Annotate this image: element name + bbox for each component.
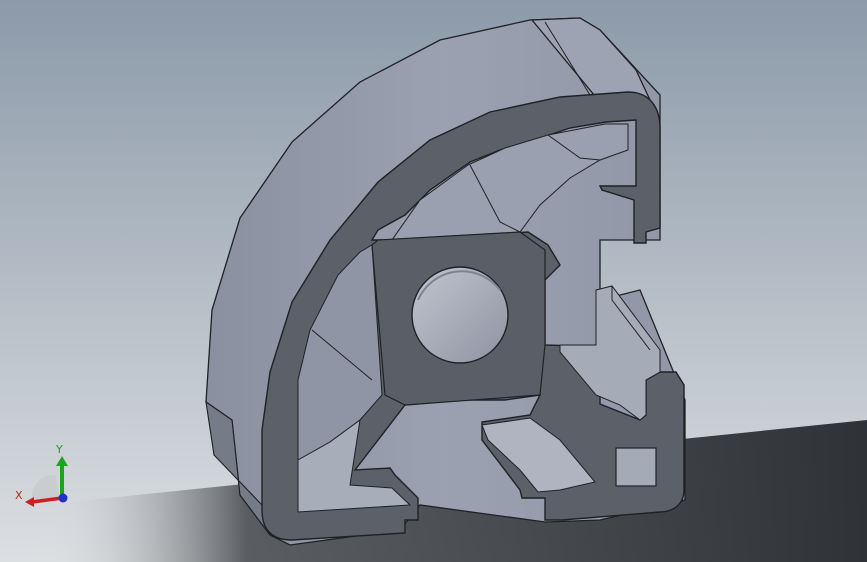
model-scene[interactable] xyxy=(0,0,867,562)
x-axis-label: X xyxy=(15,489,23,502)
z-axis-point xyxy=(58,493,68,503)
reference-triad[interactable]: X Y xyxy=(10,440,80,510)
graphics-viewport[interactable]: X Y xyxy=(0,0,867,562)
y-axis-label: Y xyxy=(56,443,63,456)
center-bore xyxy=(411,266,509,364)
corner-square-port xyxy=(615,447,657,487)
